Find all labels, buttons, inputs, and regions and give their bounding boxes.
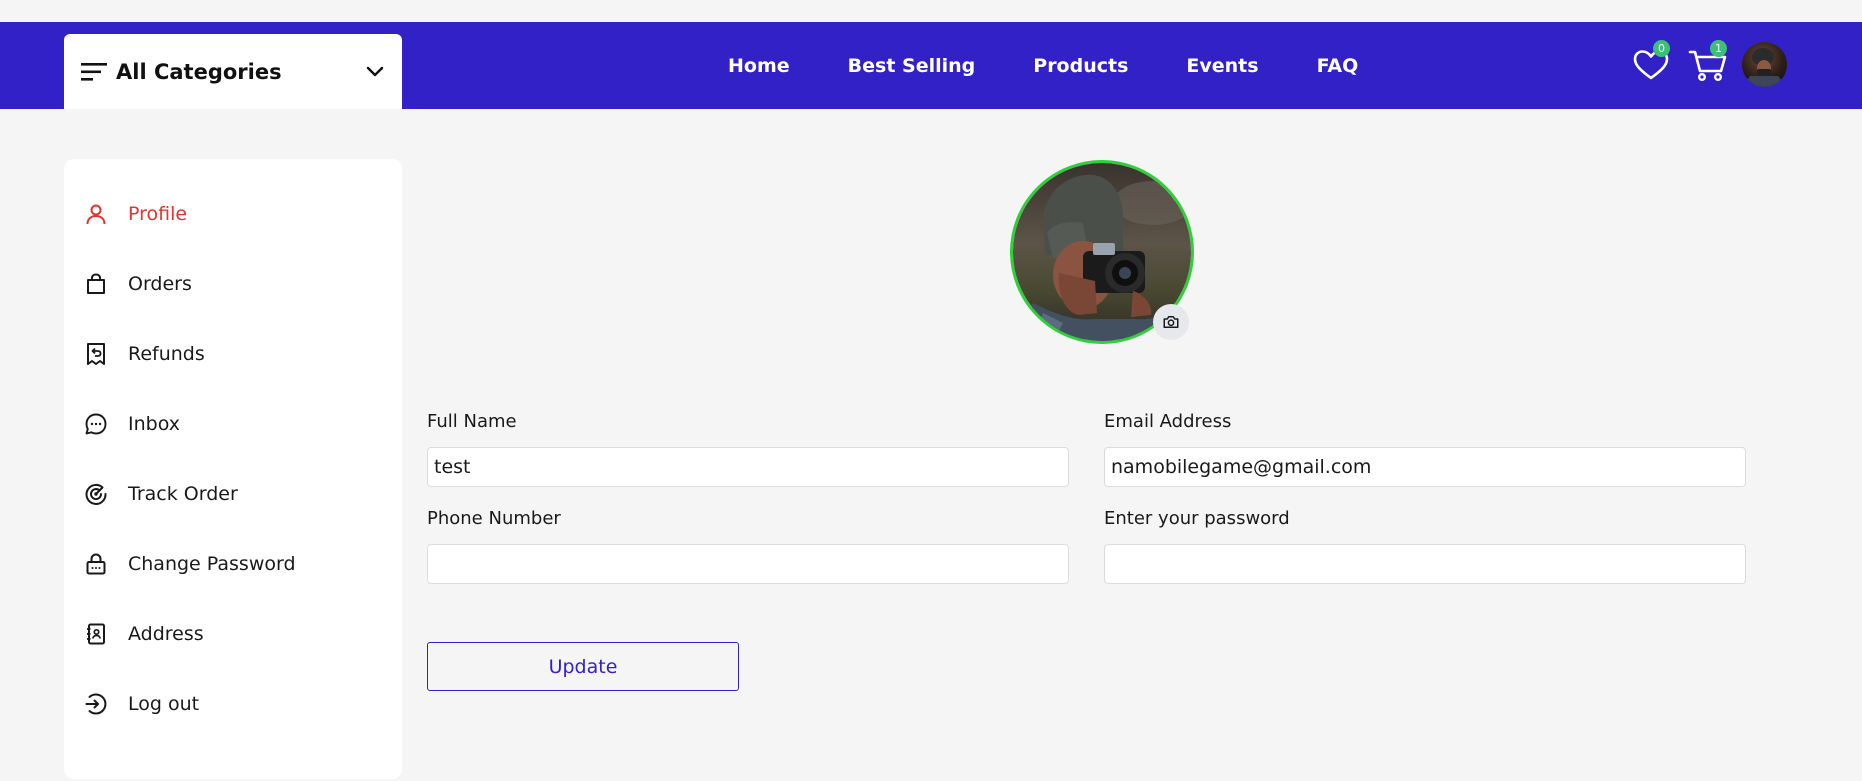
nav-faq[interactable]: FAQ bbox=[1317, 55, 1359, 77]
sidebar-item-label: Inbox bbox=[128, 413, 180, 435]
sidebar-item-label: Track Order bbox=[128, 483, 238, 505]
sidebar-item-label: Orders bbox=[128, 273, 192, 295]
nav-home[interactable]: Home bbox=[728, 55, 790, 77]
sidebar-item-label: Refunds bbox=[128, 343, 205, 365]
nav-products[interactable]: Products bbox=[1033, 55, 1128, 77]
sidebar-item-inbox[interactable]: Inbox bbox=[84, 404, 384, 444]
user-avatar-image bbox=[1742, 48, 1787, 87]
camera-icon bbox=[1163, 316, 1179, 328]
email-input[interactable] bbox=[1104, 447, 1746, 487]
sidebar-item-track-order[interactable]: Track Order bbox=[84, 474, 384, 514]
lock-icon bbox=[86, 553, 106, 575]
phone-label: Phone Number bbox=[427, 508, 561, 529]
top-navbar: All Categories Home Best Selling Product… bbox=[0, 22, 1862, 109]
change-photo-button[interactable] bbox=[1153, 304, 1189, 340]
sidebar-item-refunds[interactable]: Refunds bbox=[84, 334, 384, 374]
full-name-input[interactable] bbox=[427, 447, 1069, 487]
full-name-label: Full Name bbox=[427, 411, 517, 432]
email-label: Email Address bbox=[1104, 411, 1232, 432]
sidebar-item-label: Profile bbox=[128, 203, 188, 225]
sidebar-item-orders[interactable]: Orders bbox=[84, 264, 384, 304]
sidebar-item-label: Log out bbox=[128, 693, 200, 715]
nav-events[interactable]: Events bbox=[1186, 55, 1258, 77]
user-avatar[interactable] bbox=[1742, 42, 1787, 87]
sidebar-item-label: Change Password bbox=[128, 553, 296, 575]
user-icon bbox=[86, 204, 106, 225]
sidebar-item-change-password[interactable]: Change Password bbox=[84, 544, 384, 584]
main-nav: Home Best Selling Products Events FAQ bbox=[728, 22, 1416, 109]
password-input[interactable] bbox=[1104, 544, 1746, 584]
receipt-refund-icon bbox=[87, 343, 105, 365]
radar-icon bbox=[85, 483, 107, 505]
account-sidebar: Profile Orders Refunds Inbox Track Order… bbox=[64, 159, 402, 779]
sidebar-item-address[interactable]: Address bbox=[84, 614, 384, 654]
address-book-icon bbox=[87, 623, 105, 645]
menu-lines-icon bbox=[81, 62, 107, 81]
header-actions: 0 1 bbox=[1628, 22, 1848, 109]
logout-icon bbox=[85, 693, 107, 715]
cart-button[interactable]: 1 bbox=[1685, 40, 1731, 88]
all-categories-dropdown[interactable]: All Categories bbox=[64, 34, 402, 109]
nav-best-selling[interactable]: Best Selling bbox=[848, 55, 976, 77]
wishlist-count-badge: 0 bbox=[1653, 40, 1670, 57]
chat-bubble-icon bbox=[85, 413, 107, 435]
update-button[interactable]: Update bbox=[427, 642, 739, 691]
sidebar-item-log-out[interactable]: Log out bbox=[84, 684, 384, 724]
shopping-bag-icon bbox=[87, 273, 105, 294]
password-label: Enter your password bbox=[1104, 508, 1290, 529]
phone-input[interactable] bbox=[427, 544, 1069, 584]
all-categories-label: All Categories bbox=[116, 59, 282, 84]
cart-count-badge: 1 bbox=[1710, 40, 1727, 57]
sidebar-item-profile[interactable]: Profile bbox=[84, 194, 384, 234]
chevron-down-icon bbox=[366, 66, 384, 76]
sidebar-item-label: Address bbox=[128, 623, 204, 645]
wishlist-button[interactable]: 0 bbox=[1628, 40, 1674, 88]
